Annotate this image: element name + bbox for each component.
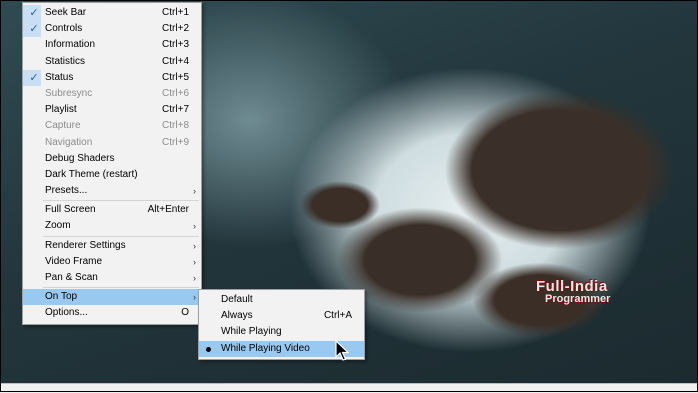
menu-item-label: Status: [45, 71, 74, 83]
submenu-item-label: Always: [221, 310, 253, 322]
menu-item-shortcut: Ctrl+6: [162, 87, 189, 99]
menu-item-options[interactable]: Options... O: [23, 305, 201, 321]
menu-item-shortcut: Ctrl+1: [162, 7, 189, 18]
menu-item-navigation: Navigation Ctrl+9: [23, 135, 201, 151]
mouse-cursor-icon: [335, 340, 349, 361]
menu-separator: [43, 235, 199, 237]
submenu-item-label: While Playing Video: [221, 342, 310, 354]
menu-item-label: Zoom: [45, 220, 71, 232]
menu-separator: [43, 200, 199, 202]
menu-item-label: Pan & Scan: [45, 272, 98, 283]
menu-item-information[interactable]: Information Ctrl+3: [23, 37, 201, 53]
submenu-item-label: Default: [221, 294, 253, 305]
menu-item-label: Renderer Settings: [45, 239, 126, 251]
menu-item-shortcut: O: [181, 307, 189, 319]
submenu-item-always[interactable]: Always Ctrl+A: [199, 308, 364, 324]
menu-item-shortcut: Ctrl+9: [162, 136, 189, 148]
chevron-right-icon: ›: [193, 240, 196, 251]
menu-item-pan-scan[interactable]: Pan & Scan ›: [23, 270, 201, 286]
menu-separator: [43, 287, 199, 289]
chevron-right-icon: ›: [193, 256, 196, 267]
view-context-menu: ✓ Seek Bar Ctrl+1 ✓ Controls Ctrl+2 Informatio…: [22, 2, 202, 325]
submenu-item-while-playing[interactable]: While Playing: [199, 324, 364, 340]
menu-item-shortcut: Ctrl+7: [162, 104, 189, 116]
chevron-right-icon: ›: [193, 186, 196, 197]
menu-item-label: Navigation: [45, 136, 93, 148]
menu-item-video-frame[interactable]: Video Frame ›: [23, 254, 201, 270]
menu-item-statistics[interactable]: Statistics Ctrl+4: [23, 54, 201, 70]
submenu-item-label: While Playing: [221, 326, 282, 338]
menu-item-debug-shaders[interactable]: Debug Shaders: [23, 151, 201, 167]
menu-item-shortcut: Ctrl+2: [162, 23, 189, 35]
menu-item-label: Video Frame: [45, 255, 103, 267]
watermark-logo-sub: Programmer: [545, 293, 611, 305]
menu-item-shortcut: Ctrl+4: [162, 55, 189, 67]
menu-item-on-top[interactable]: On Top ›: [23, 289, 201, 306]
chevron-right-icon: ›: [193, 221, 196, 232]
menu-item-full-screen[interactable]: Full Screen Alt+Enter: [23, 202, 201, 218]
menu-item-shortcut: Ctrl+5: [162, 71, 189, 83]
menu-item-dark-theme-restart[interactable]: Dark Theme (restart): [23, 167, 201, 183]
menu-item-label: Full Screen: [45, 204, 96, 216]
menu-item-playlist[interactable]: Playlist Ctrl+7: [23, 102, 201, 118]
menu-item-seek-bar[interactable]: ✓ Seek Bar Ctrl+1: [23, 5, 201, 21]
menu-item-shortcut: Ctrl+8: [162, 120, 189, 132]
menu-item-label: Options...: [45, 307, 88, 319]
menu-item-subresync: Subresync Ctrl+6: [23, 86, 201, 102]
menu-item-label: Dark Theme (restart): [45, 168, 138, 180]
menu-item-label: Subresync: [45, 87, 93, 99]
submenu-item-shortcut: Ctrl+A: [323, 310, 352, 322]
menu-item-label: On Top: [45, 291, 78, 303]
checkmark-icon: ✓: [29, 71, 39, 84]
menu-item-label: Seek Bar: [45, 7, 87, 18]
menu-item-controls[interactable]: ✓ Controls Ctrl+2: [23, 21, 201, 38]
menu-item-shortcut: Ctrl+3: [162, 39, 189, 51]
chevron-right-icon: ›: [193, 273, 196, 283]
chevron-right-icon: ›: [193, 292, 196, 303]
submenu-item-default[interactable]: Default: [199, 292, 364, 308]
menu-item-capture: Capture Ctrl+8: [23, 118, 201, 134]
menu-item-label: Statistics: [45, 55, 86, 67]
menu-item-zoom[interactable]: Zoom ›: [23, 218, 201, 234]
checkmark-icon: ✓: [29, 23, 39, 36]
menu-item-status[interactable]: ✓ Status Ctrl+5: [23, 69, 201, 86]
menu-item-label: Controls: [45, 23, 83, 35]
menu-item-label: Presets...: [45, 185, 88, 197]
menu-item-label: Playlist: [45, 104, 77, 116]
menu-item-label: Debug Shaders: [45, 152, 115, 164]
menu-item-shortcut: Alt+Enter: [147, 204, 189, 216]
menu-item-renderer-settings[interactable]: Renderer Settings ›: [23, 238, 201, 254]
menu-item-label: Information: [45, 39, 96, 51]
menu-item-presets[interactable]: Presets... ›: [23, 183, 201, 199]
checkmark-icon: ✓: [29, 7, 39, 19]
menu-item-label: Capture: [45, 120, 81, 132]
radio-dot-icon: [206, 346, 211, 352]
